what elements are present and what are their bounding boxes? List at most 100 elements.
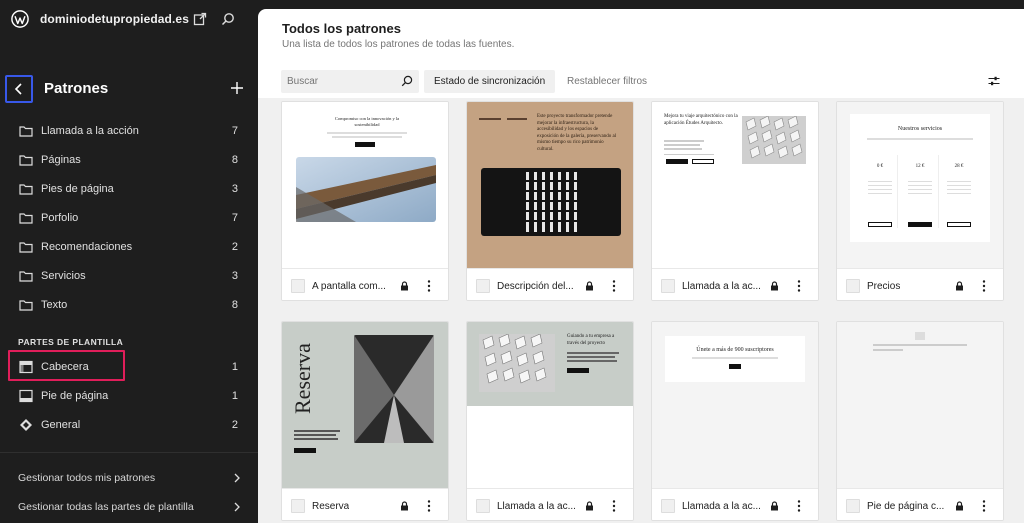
sidebar-item-label: Pies de página (41, 183, 114, 195)
more-options-icon[interactable] (612, 499, 616, 513)
pattern-preview[interactable]: Mejora tu viaje arquitectónico con la ap… (652, 102, 818, 268)
more-options-icon[interactable] (982, 499, 986, 513)
lock-icon (771, 281, 778, 291)
select-checkbox[interactable] (846, 499, 860, 513)
folder-icon (19, 271, 33, 282)
sidebar-item-category[interactable]: Pies de página 3 (0, 175, 258, 204)
lock-icon (956, 281, 963, 291)
pattern-card-footer: Precios (837, 268, 1003, 300)
sidebar-item-category[interactable]: Texto 8 (0, 291, 258, 320)
sidebar-item-general[interactable]: General 2 (0, 411, 258, 440)
lock-icon (401, 501, 408, 511)
search-icon[interactable] (221, 12, 235, 26)
select-checkbox[interactable] (846, 279, 860, 293)
search-input[interactable]: Buscar (281, 70, 419, 93)
preview-heading: Este proyecto transformador pretende mej… (537, 114, 617, 152)
pattern-name[interactable]: Llamada a la ac... (682, 501, 761, 512)
preview-heading: Guiando a tu empresa a través del proyec… (567, 334, 615, 346)
folder-icon (19, 213, 33, 224)
preview-image (481, 168, 621, 236)
price-mid: 12 € (915, 164, 925, 169)
pattern-name[interactable]: Reserva (312, 501, 349, 512)
select-checkbox[interactable] (291, 499, 305, 513)
pattern-card[interactable]: Mejora tu viaje arquitectónico con la ap… (651, 101, 819, 301)
sidebar-item-category[interactable]: Recomendaciones 2 (0, 233, 258, 262)
preview-heading: Reserva (290, 343, 315, 414)
sidebar-item-label: Texto (41, 299, 68, 311)
pattern-name[interactable]: Descripción del... (497, 281, 574, 292)
pattern-card[interactable]: Reserva Reserva (281, 321, 449, 521)
pattern-preview[interactable] (837, 322, 1003, 488)
patterns-grid: Compromiso con la innovación y la sosten… (258, 98, 1024, 523)
view-options-icon[interactable] (988, 75, 1000, 87)
sidebar-item-category[interactable]: Porfolio 7 (0, 204, 258, 233)
select-checkbox[interactable] (291, 279, 305, 293)
pattern-card-footer: Llamada a la ac... (652, 268, 818, 300)
sidebar-item-label: General (41, 419, 81, 431)
pattern-name[interactable]: Precios (867, 281, 900, 292)
pattern-card[interactable]: Compromiso con la innovación y la sosten… (281, 101, 449, 301)
select-checkbox[interactable] (661, 499, 675, 513)
lock-icon (771, 501, 778, 511)
pattern-preview[interactable]: Guiando a tu empresa a través del proyec… (467, 322, 633, 488)
site-name[interactable]: dominiodetupropiedad.es (40, 12, 189, 26)
manage-patterns-link[interactable]: Gestionar todos mis patrones (18, 472, 155, 484)
pattern-card[interactable]: Pie de página c... (836, 321, 1004, 521)
more-options-icon[interactable] (797, 279, 801, 293)
pattern-card-footer: A pantalla com... (282, 268, 448, 300)
sidebar-item-category[interactable]: Servicios 3 (0, 262, 258, 291)
sidebar-item-pie-de-pagina[interactable]: Pie de página 1 (0, 382, 258, 411)
lock-icon (956, 501, 963, 511)
pattern-card[interactable]: Este proyecto transformador pretende mej… (466, 101, 634, 301)
more-options-icon[interactable] (797, 499, 801, 513)
sidebar-item-label: Recomendaciones (41, 241, 133, 253)
pattern-preview[interactable]: Nuestros servicios 0 € 12 € 28 € (837, 102, 1003, 268)
pattern-card[interactable]: Nuestros servicios 0 € 12 € 28 € Precios (836, 101, 1004, 301)
more-options-icon[interactable] (612, 279, 616, 293)
more-options-icon[interactable] (982, 279, 986, 293)
pattern-name[interactable]: Llamada a la ac... (682, 281, 761, 292)
back-button[interactable] (5, 75, 33, 103)
footer-icon (19, 389, 33, 403)
pattern-preview[interactable]: Este proyecto transformador pretende mej… (467, 102, 633, 268)
chevron-left-icon (14, 83, 22, 95)
pattern-card[interactable]: Únete a más de 900 suscriptores Llamada … (651, 321, 819, 521)
wordpress-logo-icon[interactable] (11, 10, 29, 28)
external-link-icon[interactable] (193, 12, 207, 26)
pattern-name[interactable]: A pantalla com... (312, 281, 386, 292)
pattern-card-footer: Descripción del... (467, 268, 633, 300)
more-options-icon[interactable] (427, 279, 431, 293)
select-checkbox[interactable] (661, 279, 675, 293)
sidebar-item-count: 8 (231, 299, 238, 311)
search-placeholder: Buscar (287, 76, 319, 87)
folder-icon (19, 155, 33, 166)
sidebar-item-category[interactable]: Llamada a la acción 7 (0, 117, 258, 146)
folder-icon (19, 184, 33, 195)
pattern-preview[interactable]: Reserva (282, 322, 448, 488)
highlight-annotation (8, 350, 125, 381)
pattern-name[interactable]: Pie de página c... (867, 501, 944, 512)
sidebar-item-category[interactable]: Páginas 8 (0, 146, 258, 175)
sync-status-filter[interactable]: Estado de sincronización (424, 70, 556, 93)
pattern-card-footer: Llamada a la ac... (467, 488, 633, 520)
preview-image (742, 116, 806, 164)
pattern-name[interactable]: Llamada a la ac... (497, 501, 576, 512)
preview-heading: Mejora tu viaje arquitectónico con la ap… (664, 114, 738, 126)
folder-icon (19, 126, 33, 137)
preview-heading: Únete a más de 900 suscriptores (696, 347, 774, 353)
sidebar-title: Patrones (44, 80, 109, 97)
sidebar-item-label: Páginas (41, 154, 81, 166)
sidebar-item-count: 7 (231, 125, 238, 137)
select-checkbox[interactable] (476, 499, 490, 513)
manage-template-parts-link[interactable]: Gestionar todas las partes de plantilla (18, 501, 194, 513)
add-pattern-icon[interactable] (229, 80, 245, 96)
select-checkbox[interactable] (476, 279, 490, 293)
pattern-preview[interactable]: Únete a más de 900 suscriptores (652, 322, 818, 488)
reset-filters-button[interactable]: Restablecer filtros (567, 76, 647, 87)
sidebar-item-count: 3 (231, 183, 238, 195)
preview-image (296, 157, 436, 222)
pattern-card[interactable]: Guiando a tu empresa a través del proyec… (466, 321, 634, 521)
pattern-preview[interactable]: Compromiso con la innovación y la sosten… (282, 102, 448, 268)
more-options-icon[interactable] (427, 499, 431, 513)
chevron-right-icon (234, 473, 240, 483)
